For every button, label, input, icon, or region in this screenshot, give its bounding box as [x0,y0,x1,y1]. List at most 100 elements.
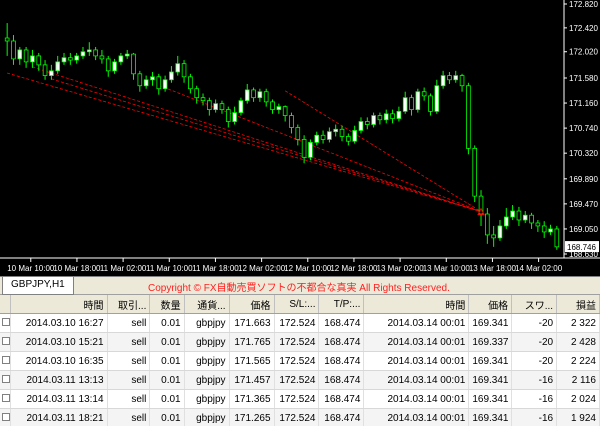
tab-gbpjpy-h1[interactable]: GBPJPY,H1 [2,277,74,295]
header-col-open-time[interactable]: 時間 [10,295,108,314]
candle-body [371,115,376,125]
cell-col-swap: -16 [511,370,558,390]
candle-body [150,76,155,81]
cell-col-size: 0.01 [149,370,185,390]
candle-body [529,214,534,224]
y-tick-label: 169.890 [569,175,598,184]
y-tick-label: 171.160 [569,99,598,108]
candle-body [535,222,541,227]
candle-body [327,131,332,140]
cell-col-swap: -20 [511,313,558,333]
cell-col-icon [0,370,12,390]
candlestick-chart[interactable]: 172.820 172.420 172.020 171.580 171.160 170.7… [0,0,600,276]
candle-body [440,75,446,87]
header-col-icon[interactable] [0,295,12,314]
header-col-symbol[interactable]: 通貨... [184,295,230,314]
cell-col-icon [0,389,12,409]
candle-body [36,55,42,66]
price-chart[interactable]: 172.820 172.420 172.020 171.580 171.160 170.7… [0,0,600,276]
candle-body [390,113,395,119]
header-col-type[interactable]: 取引... [107,295,151,314]
candle-body [491,234,496,239]
y-tick-label: 170.740 [569,124,598,133]
table-row[interactable]: 2014.03.11 18:21 sell 0.01 gbpjpy 171.265 172… [0,408,600,426]
header-col-size[interactable]: 数量 [149,295,185,314]
cell-col-close-price: 169.341 [468,389,513,409]
cell-col-close-price: 169.341 [468,408,513,426]
candle-body [156,76,162,90]
candle-body [162,79,168,90]
cell-col-sl: 172.524 [274,313,320,333]
header-col-open-price[interactable]: 価格 [229,295,275,314]
x-tick-label: 12 Mar 02:00 [238,264,286,273]
candle-body [548,228,553,233]
candle-body [169,71,174,81]
header-col-close-time[interactable]: 時間 [363,295,470,314]
candle-body [124,53,130,57]
y-tick-label: 171.580 [569,74,598,83]
y-tick-label: 170.320 [569,149,598,158]
table-row[interactable]: 2014.03.11 13:13 sell 0.01 gbpjpy 171.457 172… [0,370,600,390]
cell-col-open-time: 2014.03.10 15:21 [10,332,108,352]
candle-body [308,142,313,158]
x-tick-label: 14 Mar 02:00 [515,264,563,273]
header-col-close-price[interactable]: 価格 [468,295,513,314]
cell-col-sl: 172.524 [274,332,320,352]
candle-body [541,225,547,233]
candle-body [232,112,237,122]
cell-col-sl: 172.524 [274,389,320,409]
candle-body [314,134,320,143]
cell-col-profit: 2 224 [556,351,600,371]
cell-col-symbol: gbpjpy [184,408,230,426]
table-row[interactable]: 2014.03.10 16:35 sell 0.01 gbpjpy 171.565 172… [0,351,600,371]
cell-col-close-time: 2014.03.14 00:01 [363,313,470,333]
candle-body [219,103,225,111]
x-tick-label: 11 Mar 18:00 [192,264,239,273]
candle-body [257,91,263,99]
candle-body [49,70,54,76]
cell-col-close-time: 2014.03.14 00:01 [363,389,470,409]
candle-body [194,88,200,99]
table-row[interactable]: 2014.03.10 16:27 sell 0.01 gbpjpy 171.663 172… [0,313,600,333]
candle-body [112,61,117,72]
cell-col-symbol: gbpjpy [184,370,230,390]
cell-col-swap: -20 [511,351,558,371]
cell-col-type: sell [107,370,151,390]
candle-body [377,115,383,121]
cell-col-icon [0,313,12,333]
header-col-profit[interactable]: 損益 [556,295,600,314]
candle-body [466,85,471,149]
trade-icon [2,393,10,402]
candle-body [213,103,218,111]
trade-line [284,90,482,212]
header-col-tp[interactable]: T/P:... [318,295,365,314]
candle-body [251,89,256,99]
x-tick-label: 13 Mar 02:00 [377,264,425,273]
cell-col-type: sell [107,408,151,426]
candle-body [55,61,61,72]
cell-col-profit: 2 116 [556,370,600,390]
table-row[interactable]: 2014.03.11 13:14 sell 0.01 gbpjpy 171.365 172… [0,389,600,409]
candle-body [485,213,490,236]
y-tick-label: 172.820 [569,0,598,9]
header-col-swap[interactable]: スワ... [511,295,558,314]
cell-col-icon [0,332,12,352]
trade-history-table[interactable]: 時間 取引... 数量 通貨... 価格 S/L:... T/P:... 時間 価格 スワ... 損… [0,295,600,426]
cell-col-open-time: 2014.03.11 13:13 [10,370,108,390]
table-row[interactable]: 2014.03.10 15:21 sell 0.01 gbpjpy 171.765 172… [0,332,600,352]
candle-body [181,63,187,78]
candle-body [42,64,48,76]
trade-line [32,66,482,213]
cell-col-size: 0.01 [149,389,185,409]
cell-col-symbol: gbpjpy [184,389,230,409]
candle-body [554,228,560,248]
cell-col-open-price: 171.565 [229,351,275,371]
y-tick-label: 172.020 [569,48,598,57]
candle-body [282,106,288,116]
cell-col-icon [0,351,12,371]
x-tick-label: 10 Mar 10:00 [7,264,55,273]
cell-col-open-time: 2014.03.11 18:21 [10,408,108,426]
header-col-sl[interactable]: S/L:... [274,295,320,314]
cell-col-open-price: 171.663 [229,313,275,333]
cell-col-open-price: 171.265 [229,408,275,426]
